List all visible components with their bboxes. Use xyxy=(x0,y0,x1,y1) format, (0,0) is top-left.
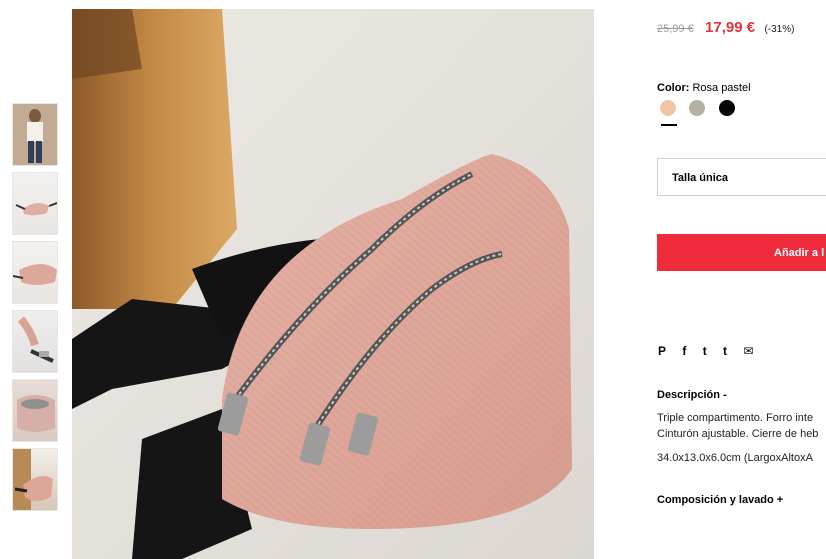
swatch-gris[interactable] xyxy=(689,100,706,116)
mail-icon[interactable]: ✉ xyxy=(743,344,753,358)
pinterest-icon[interactable]: P xyxy=(658,344,666,358)
thumbnail-front-image xyxy=(15,202,57,216)
thumbnail-model[interactable] xyxy=(12,103,58,166)
description-line-1: Triple compartimento. Forro inte xyxy=(657,412,814,424)
thumbnail-strap-image xyxy=(17,316,54,363)
thumbnail-front[interactable] xyxy=(12,172,58,235)
size-selector[interactable]: Talla única xyxy=(657,158,826,196)
add-to-cart-label: Añadir a l xyxy=(774,247,825,259)
add-to-cart-button[interactable]: Añadir a l xyxy=(657,234,826,271)
selected-swatch-indicator xyxy=(661,124,677,126)
thumbnail-detail[interactable] xyxy=(12,448,58,511)
composition-heading[interactable]: Composición y lavado + xyxy=(657,494,783,506)
thumbnail-strap[interactable] xyxy=(12,310,58,373)
thumbnail-side-image xyxy=(13,264,57,285)
color-label: Color: xyxy=(657,82,690,94)
swatch-negro[interactable] xyxy=(718,100,735,116)
thumbnail-inside[interactable] xyxy=(12,379,58,442)
share-row: P f t t ✉ xyxy=(658,344,766,358)
description-heading[interactable]: Descripción - xyxy=(657,389,727,401)
color-swatches xyxy=(660,100,744,118)
price-row: 25,99 € 17,99 € (-31%) xyxy=(657,19,794,36)
thumbnail-inside-image xyxy=(17,395,55,432)
size-value: Talla única xyxy=(672,172,729,184)
description-dimensions: 34.0x13.0x6.0cm (LargoxAltoxA xyxy=(657,452,813,464)
swatch-rosa[interactable] xyxy=(660,100,676,116)
original-price: 25,99 € xyxy=(657,23,694,35)
sale-price: 17,99 € xyxy=(705,19,756,36)
thumbnail-side[interactable] xyxy=(12,241,58,304)
product-main-image[interactable] xyxy=(72,9,594,559)
color-value: Rosa pastel xyxy=(692,82,751,94)
twitter-icon[interactable]: t xyxy=(703,344,707,358)
discount-badge: (-31%) xyxy=(764,24,795,35)
fanny-pack-photo xyxy=(72,9,594,559)
thumbnail-model-image xyxy=(13,104,57,165)
description-line-2: Cinturón ajustable. Cierre de heb xyxy=(657,428,819,440)
color-label-row: Color: Rosa pastel xyxy=(657,82,751,94)
thumbnail-list xyxy=(12,103,59,517)
tumblr-icon[interactable]: t xyxy=(723,344,727,358)
facebook-icon[interactable]: f xyxy=(682,344,686,358)
thumbnail-detail-image xyxy=(13,449,53,510)
